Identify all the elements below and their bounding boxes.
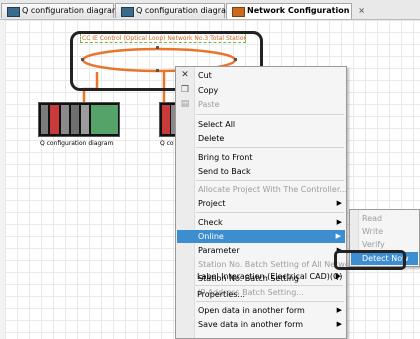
- submenu-arrow-icon: ▶: [335, 272, 341, 280]
- submenu-arrow-icon: ▶: [336, 218, 342, 226]
- menu-item-label: Copy: [198, 86, 219, 95]
- menu-separator: [196, 180, 344, 181]
- submenu-arrow-icon: ▶: [335, 232, 341, 240]
- menu-item-label: Project: [198, 199, 226, 208]
- menu-separator: [196, 301, 344, 302]
- menu-item-label: Cut: [198, 71, 212, 80]
- cut-icon: ✕: [181, 70, 189, 80]
- menu-item-paste: Paste: [196, 98, 346, 111]
- menu-item-copy[interactable]: Copy: [196, 84, 346, 97]
- submenu-arrow-icon: ▶: [336, 199, 342, 207]
- menu-item-label: Save data in another form: [198, 320, 304, 329]
- menu-item-label: Label Interaction (Electrical CAD)(Q): [197, 272, 343, 281]
- menu-separator: [196, 212, 344, 213]
- menu-item-label: Send to Back: [198, 167, 251, 176]
- menu-item-bring-to-front[interactable]: Bring to Front: [196, 151, 346, 164]
- menu-item-label: Online: [198, 232, 224, 241]
- menu-item-label: Delete: [198, 134, 225, 143]
- menu-item-label: Allocate Project With The Controller...: [198, 185, 348, 194]
- menu-item-select-all[interactable]: Select All: [196, 118, 346, 131]
- menu-item-send-to-back[interactable]: Send to Back: [196, 165, 346, 178]
- plc-slot: [162, 105, 170, 134]
- plc-caption: Q co: [160, 140, 174, 147]
- menu-item-project[interactable]: Project ▶: [196, 197, 346, 210]
- menu-item-check[interactable]: Check ▶: [196, 216, 346, 229]
- submenu-item-read: Read: [360, 212, 418, 225]
- plc-slot: [50, 105, 59, 134]
- menu-item-label: Select All: [198, 120, 236, 129]
- menu-item-properties[interactable]: Properties...: [195, 288, 345, 301]
- menu-item-label: Paste: [198, 100, 220, 109]
- menu-item-label: Read: [362, 214, 383, 223]
- menu-item-label: Write: [362, 227, 384, 236]
- menu-item-cut[interactable]: Cut: [196, 69, 346, 82]
- menu-item-label: Parameter: [198, 246, 240, 255]
- menu-item-open-data[interactable]: Open data in another form ▶: [196, 304, 346, 317]
- context-menu-tail: [175, 329, 347, 339]
- paste-icon: ▤: [180, 99, 190, 109]
- menu-separator: [195, 285, 343, 286]
- plc-slot: [61, 105, 69, 134]
- menu-item-label: Bring to Front: [198, 153, 253, 162]
- menu-separator: [196, 147, 344, 148]
- submenu-arrow-icon: ▶: [336, 306, 342, 314]
- menu-separator: [196, 114, 344, 115]
- plc-slot: [91, 105, 118, 134]
- plc-slot: [81, 105, 89, 134]
- menu-item-online[interactable]: Online ▶: [177, 230, 345, 243]
- plc-caption: Q configuration diagram: [40, 140, 114, 147]
- detect-now-highlight-box: [334, 250, 406, 270]
- menu-item-label: Open data in another form: [198, 306, 305, 315]
- menu-item-label: Check: [198, 218, 223, 227]
- plc-slot: [71, 105, 79, 134]
- menu-item-label: Properties...: [197, 290, 246, 299]
- menu-item-delete[interactable]: Delete: [196, 132, 346, 145]
- menu-item-label-interaction[interactable]: Label Interaction (Electrical CAD)(Q) ▶: [195, 270, 345, 283]
- copy-icon: ❐: [180, 85, 190, 95]
- menu-item-label: Verify: [362, 240, 385, 249]
- plc-slot: [41, 105, 48, 134]
- submenu-item-write: Write: [360, 225, 418, 238]
- menu-item-allocate-project: Allocate Project With The Controller...: [196, 183, 348, 196]
- menu-item-parameter[interactable]: Parameter ▶: [196, 244, 346, 257]
- plc-module[interactable]: [38, 102, 120, 137]
